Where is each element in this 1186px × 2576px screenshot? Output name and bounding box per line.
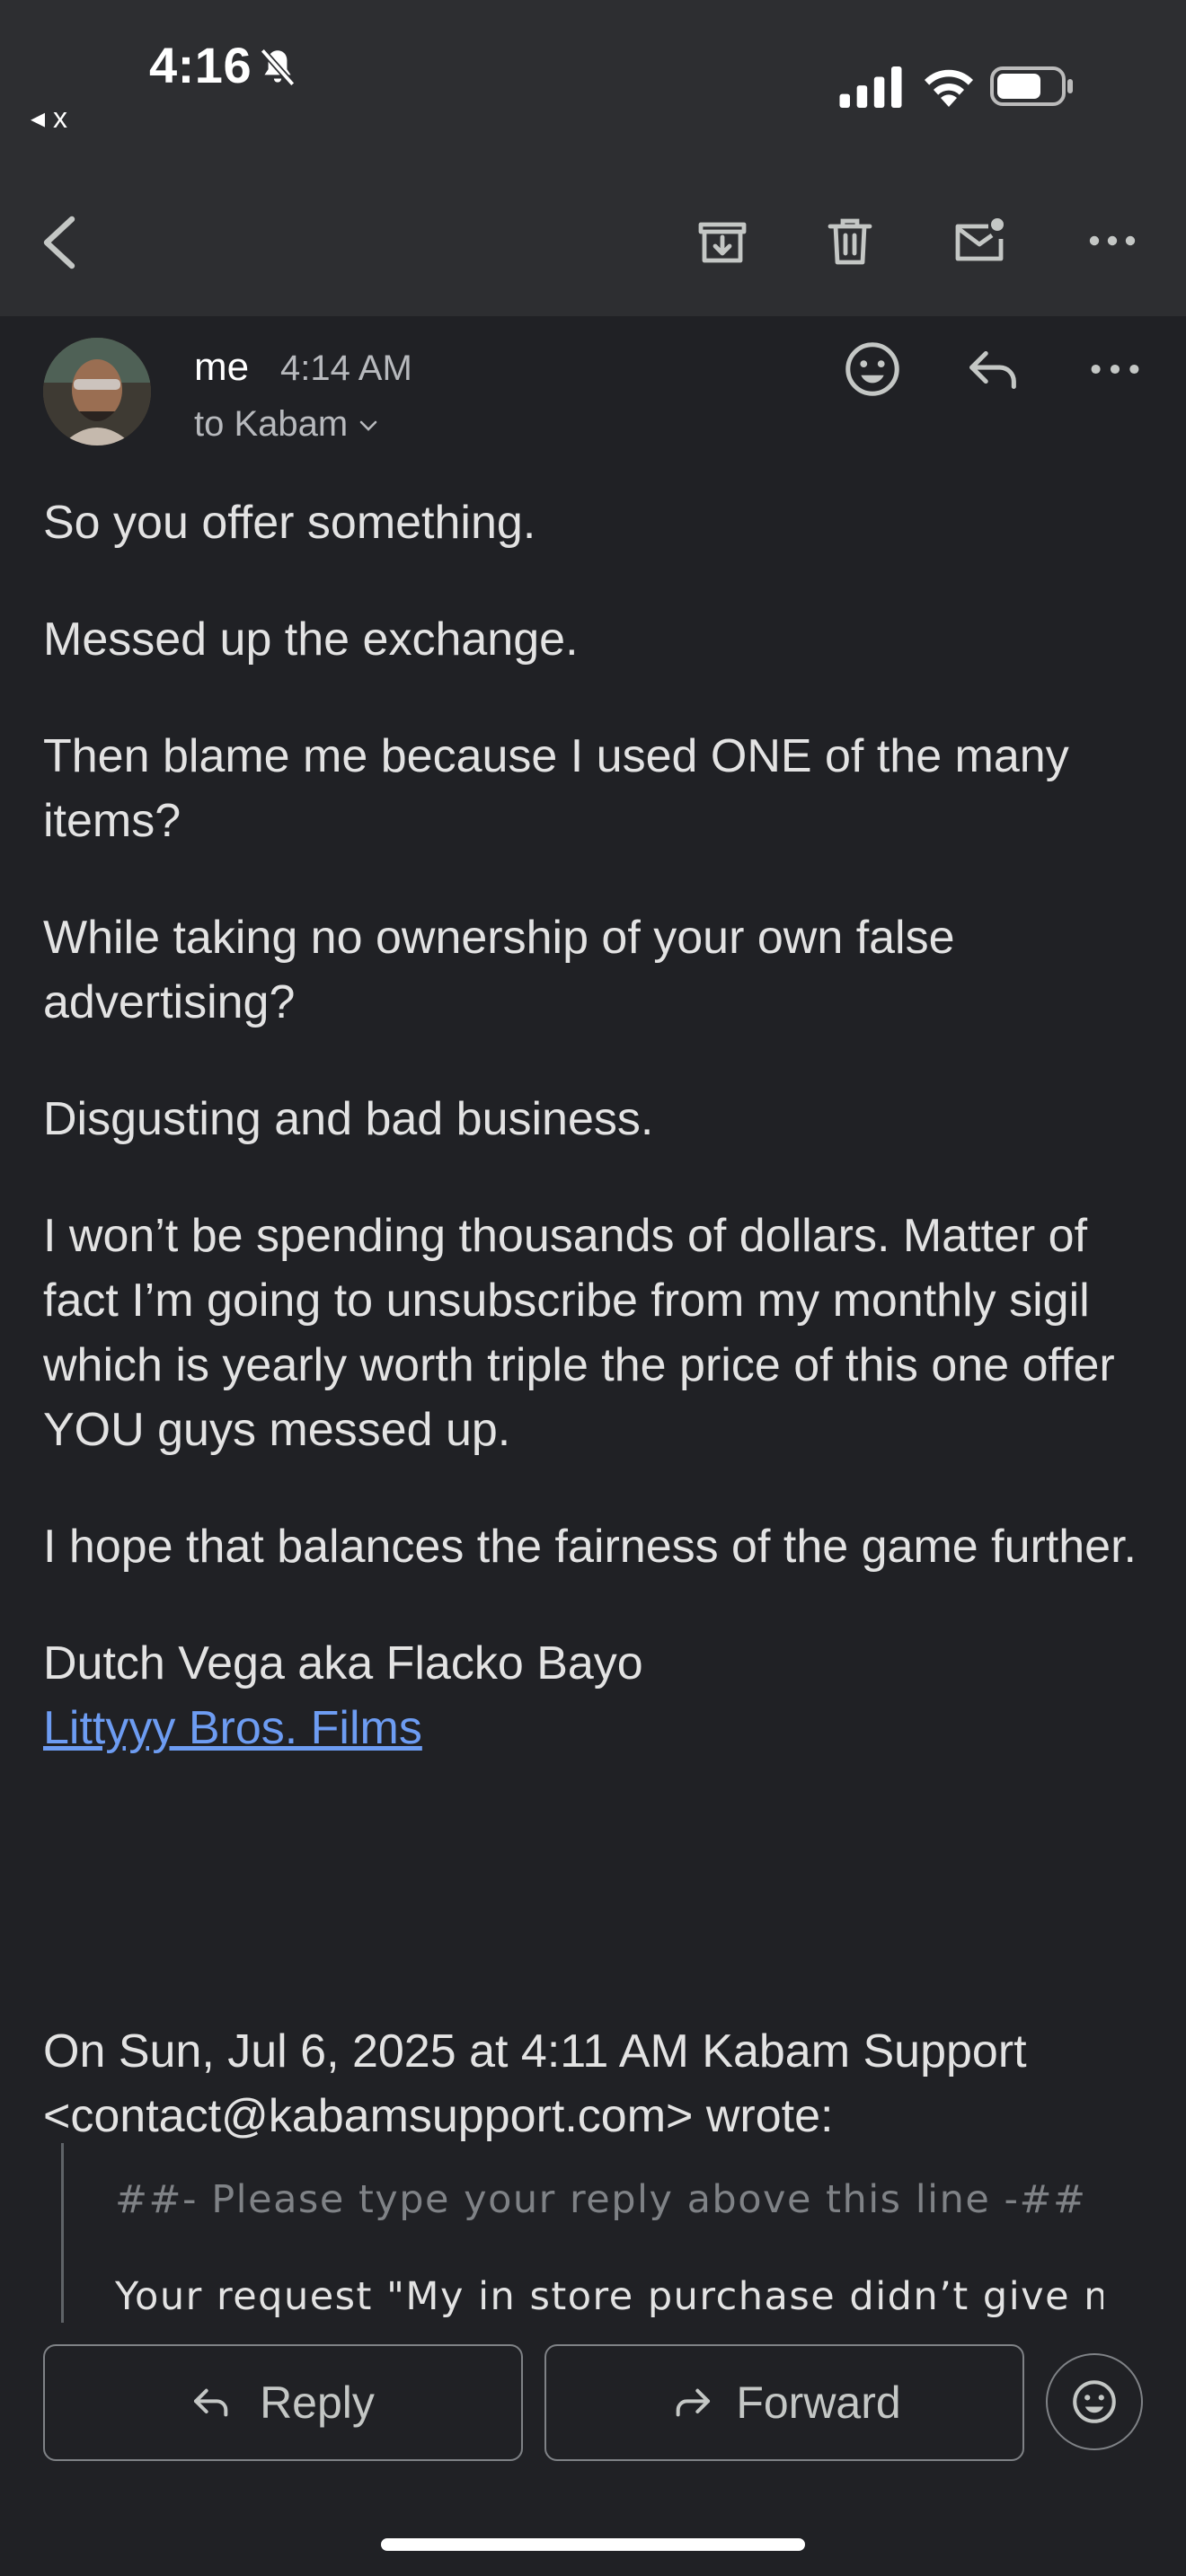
reply-icon — [194, 2388, 228, 2417]
reply-icon[interactable] — [961, 338, 1024, 401]
signature-name: Dutch Vega aka Flacko Bayo — [43, 1637, 643, 1689]
message-paragraph: Messed up the exchange. — [43, 613, 579, 666]
back-to-app-link[interactable]: ◂ x — [31, 101, 67, 135]
chevron-down-icon — [359, 421, 377, 432]
quote-header: On Sun, Jul 6, 2025 at 4:11 AM Kabam Sup… — [43, 2025, 1027, 2142]
signature-link[interactable]: Littyyy Bros. Films — [43, 1696, 1157, 1760]
top-app-bar: 4:16 ◂ x — [0, 0, 1186, 316]
quoted-text: Your request "My in store purchase didn’… — [115, 2274, 1103, 2319]
message-paragraph: I hope that balances the fairness of the… — [43, 1521, 1137, 1573]
emoji-react-icon[interactable] — [841, 338, 904, 401]
forward-icon — [676, 2388, 711, 2417]
cellular-signal-icon — [839, 66, 902, 108]
emoji-reaction-button[interactable] — [1046, 2353, 1143, 2450]
delete-icon[interactable] — [821, 212, 879, 269]
recipient-details[interactable]: to Kabam — [194, 404, 378, 445]
recipient-label: to Kabam — [194, 404, 349, 444]
message-paragraph: Then blame me because I used ONE of the … — [43, 730, 1069, 847]
reply-button[interactable]: Reply — [43, 2344, 523, 2461]
emoji-icon — [1073, 2380, 1116, 2423]
message-paragraph: So you offer something. — [43, 497, 536, 549]
more-icon[interactable] — [1084, 212, 1141, 269]
back-arrow-icon[interactable] — [36, 214, 79, 271]
avatar[interactable] — [43, 338, 151, 446]
home-indicator[interactable] — [381, 2538, 805, 2551]
battery-icon — [990, 66, 1073, 106]
message-paragraph: Disgusting and bad business. — [43, 1093, 654, 1145]
signature: Dutch Vega aka Flacko Bayo Littyyy Bros.… — [43, 1631, 1157, 1760]
bell-muted-icon — [260, 48, 296, 87]
mark-unread-icon[interactable] — [951, 212, 1008, 269]
status-time: 4:16 — [149, 37, 252, 93]
archive-icon[interactable] — [694, 212, 751, 269]
wifi-icon — [925, 69, 973, 107]
forward-label: Forward — [736, 2378, 901, 2428]
forward-button[interactable]: Forward — [544, 2344, 1024, 2461]
quote-separator: ##- Please type your reply above this li… — [115, 2177, 1087, 2222]
message-paragraph: While taking no ownership of your own fa… — [43, 912, 955, 1028]
message-body: So you offer something. Messed up the ex… — [43, 490, 1157, 1760]
message-time: 4:14 AM — [280, 348, 412, 388]
quote-bar — [61, 2143, 64, 2323]
reply-label: Reply — [260, 2378, 375, 2428]
sender-name: me — [194, 345, 250, 389]
more-icon[interactable] — [1084, 338, 1146, 401]
message-paragraph: I won’t be spending thousands of dollars… — [43, 1210, 1115, 1456]
